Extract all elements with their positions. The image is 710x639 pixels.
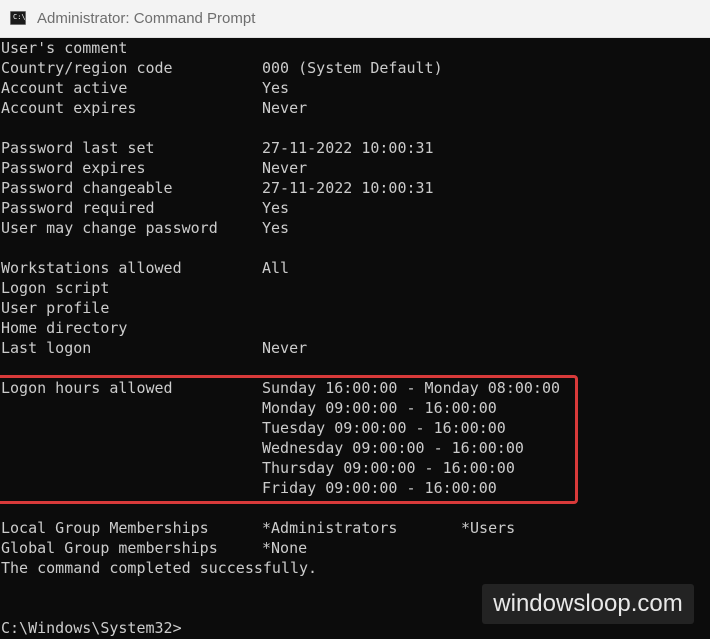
row-label-local-group-memberships: Local Group Memberships: [1, 519, 209, 537]
console-output[interactable]: User's comment Country/region code 000 (…: [0, 38, 710, 639]
logon-hours-thursday: Thursday 09:00:00 - 16:00:00: [262, 459, 515, 477]
row-label-logon-hours-allowed: Logon hours allowed: [1, 379, 173, 397]
watermark: windowsloop.com: [482, 584, 694, 624]
global-group-value: *None: [262, 539, 308, 557]
row-label-last-logon: Last logon: [1, 339, 92, 357]
row-value-password-required: Yes: [262, 199, 290, 217]
row-value-password-last-set: 27-11-2022 10:00:31: [262, 139, 434, 157]
logon-hours-monday: Monday 09:00:00 - 16:00:00: [262, 399, 497, 417]
cmd-icon: C:\_: [10, 11, 30, 25]
row-value-last-logon: Never: [262, 339, 308, 357]
row-label-account-expires: Account expires: [1, 99, 137, 117]
row-label-password-required: Password required: [1, 199, 155, 217]
logon-hours-friday: Friday 09:00:00 - 16:00:00: [262, 479, 497, 497]
row-label-password-last-set: Password last set: [1, 139, 155, 157]
row-value-account-active: Yes: [262, 79, 290, 97]
row-value-user-may-change-password: Yes: [262, 219, 290, 237]
row-value-account-expires: Never: [262, 99, 308, 117]
row-label-user-profile: User profile: [1, 299, 110, 317]
local-group-administrators: *Administrators: [262, 519, 398, 537]
window-title: Administrator: Command Prompt: [37, 10, 256, 27]
row-value-password-expires: Never: [262, 159, 308, 177]
completion-message: The command completed successfully.: [1, 559, 318, 577]
logon-hours-wednesday: Wednesday 09:00:00 - 16:00:00: [262, 439, 524, 457]
row-label-logon-script: Logon script: [1, 279, 110, 297]
row-label-users-comment: User's comment: [1, 39, 128, 57]
row-label-home-directory: Home directory: [1, 319, 128, 337]
local-group-users: *Users: [461, 519, 516, 537]
row-value-country-region-code: 000 (System Default): [262, 59, 443, 77]
row-label-password-changeable: Password changeable: [1, 179, 173, 197]
row-value-password-changeable: 27-11-2022 10:00:31: [262, 179, 434, 197]
title-bar[interactable]: C:\_ Administrator: Command Prompt: [0, 0, 710, 38]
row-label-account-active: Account active: [1, 79, 128, 97]
row-label-workstations-allowed: Workstations allowed: [1, 259, 182, 277]
logon-hours-tuesday: Tuesday 09:00:00 - 16:00:00: [262, 419, 506, 437]
row-label-password-expires: Password expires: [1, 159, 146, 177]
row-label-global-group-memberships: Global Group memberships: [1, 539, 218, 557]
command-prompt-line[interactable]: C:\Windows\System32>: [1, 618, 182, 638]
row-value-workstations-allowed: All: [262, 259, 290, 277]
logon-hours-sunday: Sunday 16:00:00 - Monday 08:00:00: [262, 379, 561, 397]
command-prompt-window: C:\_ Administrator: Command Prompt User'…: [0, 0, 710, 639]
row-label-country-region-code: Country/region code: [1, 59, 173, 77]
watermark-text: windowsloop.com: [493, 590, 683, 617]
cmd-icon-glyph: C:\_: [13, 13, 30, 21]
row-label-user-may-change-password: User may change password: [1, 219, 218, 237]
